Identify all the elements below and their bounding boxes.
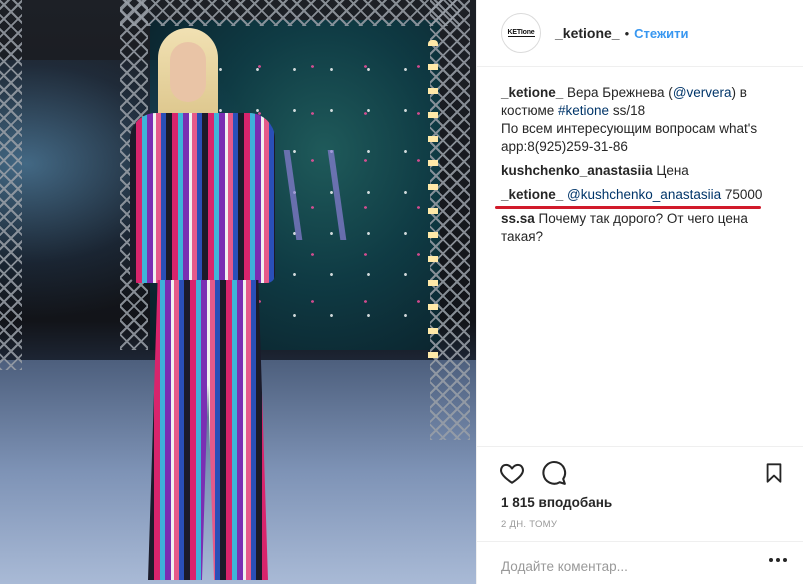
avatar[interactable]: KETIone — [501, 13, 541, 53]
comment-username[interactable]: _ketione_ — [501, 85, 563, 100]
red-underline-annotation — [495, 206, 761, 209]
comment-username[interactable]: kushchenko_anastasiia — [501, 163, 653, 178]
post-timestamp[interactable]: 2 ДН. ТОМУ — [501, 519, 557, 530]
comment-username[interactable]: ss.sa — [501, 211, 535, 226]
comment-text: 75000 — [721, 187, 763, 202]
comment-item: kushchenko_anastasiia Цена — [501, 162, 791, 180]
comment-input[interactable] — [501, 552, 756, 580]
comment-mention[interactable]: @ververa — [673, 85, 732, 100]
follow-button[interactable]: Стежити — [634, 26, 688, 41]
model-figure — [130, 28, 280, 583]
comment-username[interactable]: _ketione_ — [501, 187, 563, 202]
comment-contact-text: По всем интересующим вопросам what's app… — [501, 121, 758, 154]
comment-text: Почему так дорого? От чего цена такая? — [501, 211, 748, 244]
stage-truss — [0, 0, 22, 370]
comment-item: ss.sa Почему так дорого? От чего цена та… — [501, 210, 791, 246]
author-username[interactable]: _ketione_ — [555, 25, 620, 41]
stage-truss — [120, 0, 460, 26]
comment-hashtag[interactable]: #ketione — [558, 103, 609, 118]
comment-caption: _ketione_ Вера Брежнева (@ververa) в кос… — [501, 84, 791, 156]
comment-mention[interactable]: @kushchenko_anastasiia — [567, 187, 721, 202]
post-photo[interactable] — [0, 0, 476, 584]
actions-divider — [477, 446, 803, 447]
avatar-text: KETIone — [507, 29, 535, 37]
input-divider — [477, 541, 803, 542]
post-header: KETIone _ketione_ • Стежити — [477, 0, 803, 66]
striped-jacket — [130, 113, 275, 283]
post-side-panel: KETIone _ketione_ • Стежити _ketione_ Ве… — [476, 0, 803, 584]
comment-text: Цена — [652, 163, 689, 178]
comment-text: ss/18 — [609, 103, 646, 118]
action-bar — [499, 460, 789, 488]
header-divider — [477, 66, 803, 67]
more-options-icon[interactable] — [769, 558, 787, 562]
likes-count[interactable]: 1 815 вподобань — [501, 495, 612, 510]
comment-item-price: _ketione_ @kushchenko_anastasiia 75000 — [495, 186, 791, 209]
comment-icon[interactable] — [541, 460, 567, 486]
face — [170, 42, 206, 102]
separator-dot: • — [624, 25, 630, 41]
bookmark-icon[interactable] — [763, 460, 785, 486]
comments-list: _ketione_ Вера Брежнева (@ververa) в кос… — [495, 84, 791, 252]
stage-lamps — [428, 40, 438, 370]
heart-icon[interactable] — [499, 460, 525, 486]
comment-text: Вера Брежнева ( — [563, 85, 673, 100]
striped-pants — [148, 280, 268, 580]
